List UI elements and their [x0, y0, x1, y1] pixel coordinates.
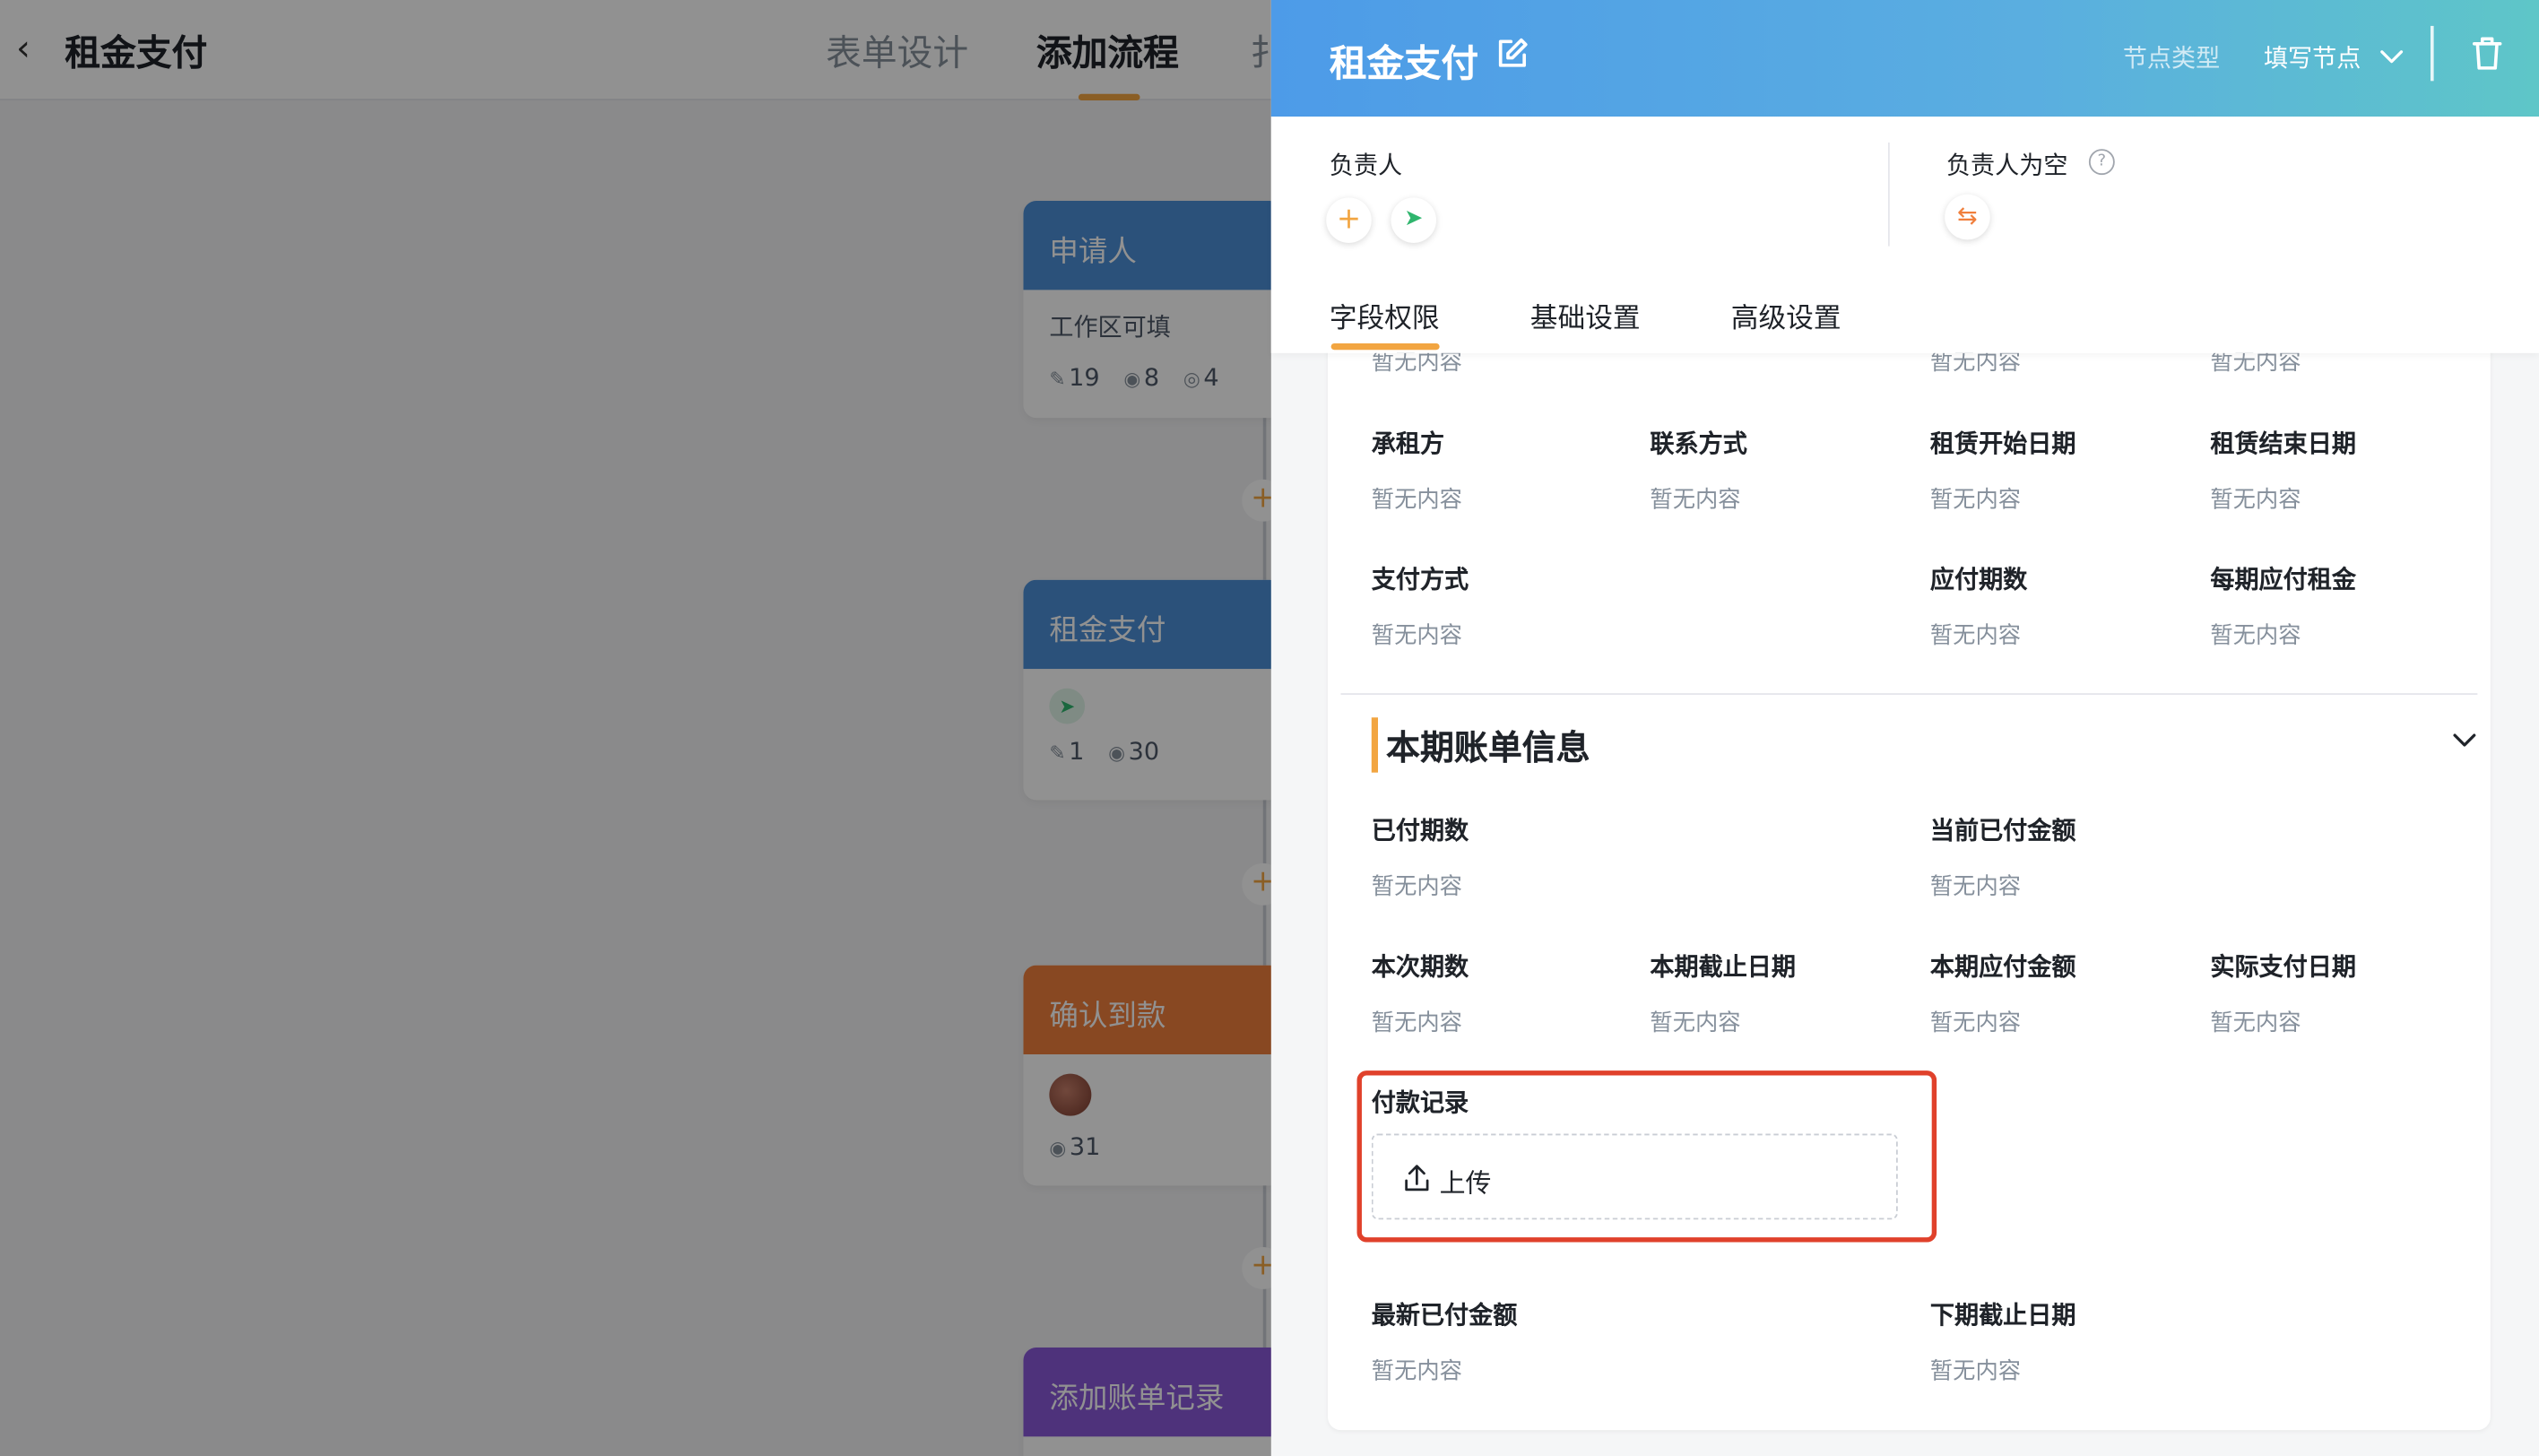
field-current-paid-amount[interactable]: 当前已付金额 暂无内容 — [1930, 813, 2076, 902]
field-value: 暂无内容 — [1929, 874, 2022, 901]
field-next-due-date[interactable]: 下期截止日期 暂无内容 — [1930, 1297, 2076, 1386]
node-settings-drawer: 租金支付 节点类型 填写节点 负责人 + ➤ 负责人为空 ? ⇆ 字段权限 基础… — [1270, 0, 2539, 1456]
upload-icon — [1405, 1165, 1429, 1192]
field-rent-per-period[interactable]: 每期应付租金 暂无内容 — [2210, 562, 2356, 651]
field-label: 本次期数 — [1371, 952, 1469, 982]
field-lease-end[interactable]: 租赁结束日期 暂无内容 — [2210, 426, 2356, 515]
field-label: 已付期数 — [1371, 816, 1469, 845]
field-value: 暂无内容 — [1929, 1010, 2022, 1037]
swap-icon[interactable]: ⇆ — [1945, 194, 1990, 240]
chevron-down-icon[interactable] — [2379, 44, 2405, 70]
field-value: 暂无内容 — [1371, 623, 1462, 650]
field-label: 当前已付金额 — [1929, 816, 2076, 845]
assignee-empty-label: 负责人为空 — [1945, 150, 2068, 180]
field-value: 暂无内容 — [1929, 623, 2022, 650]
section-title: 本期账单信息 — [1386, 728, 1590, 768]
field-value: 暂无内容 — [1371, 1010, 1462, 1037]
edit-icon[interactable] — [1495, 36, 1530, 72]
tab-field-permissions[interactable]: 字段权限 — [1330, 295, 1440, 335]
header-divider — [2430, 25, 2434, 82]
drawer-header: 租金支付 节点类型 填写节点 — [1270, 0, 2539, 117]
field-payable-periods[interactable]: 应付期数 暂无内容 — [1930, 562, 2027, 651]
field-label: 本期应付金额 — [1929, 952, 2076, 982]
assignee-label: 负责人 — [1329, 150, 1403, 180]
drawer-title: 租金支付 — [1329, 43, 1478, 86]
field-latest-paid-amount[interactable]: 最新已付金额 暂无内容 — [1372, 1297, 1518, 1386]
field-lease-start[interactable]: 租赁开始日期 暂无内容 — [1930, 426, 2076, 515]
section-accent-bar — [1371, 717, 1379, 773]
field-payment-record[interactable]: 付款记录 — [1372, 1085, 1469, 1119]
field-label: 付款记录 — [1371, 1088, 1469, 1118]
chevron-down-icon[interactable] — [2450, 725, 2480, 755]
field-permissions-panel: 暂无内容 暂无内容 暂无内容 承租方 暂无内容 联系方式 暂无内容 租赁开始日期… — [1328, 324, 2491, 1431]
field-label: 本期截止日期 — [1650, 952, 1797, 982]
assignee-section: 负责人 + ➤ 负责人为空 ? ⇆ 字段权限 基础设置 高级设置 — [1270, 117, 2539, 353]
field-period-amount-due[interactable]: 本期应付金额 暂无内容 — [1930, 949, 2076, 1038]
upload-label: 上传 — [1439, 1167, 1492, 1199]
field-label: 下期截止日期 — [1929, 1300, 2076, 1330]
field-label: 联系方式 — [1650, 429, 1747, 459]
field-actual-pay-date[interactable]: 实际支付日期 暂无内容 — [2210, 949, 2356, 1038]
node-type-label: 节点类型 — [2122, 43, 2221, 74]
field-label: 每期应付租金 — [2210, 565, 2356, 594]
add-assignee-button[interactable]: + — [1326, 197, 1372, 243]
help-icon[interactable]: ? — [2088, 149, 2115, 176]
field-label: 租赁开始日期 — [1929, 429, 2076, 459]
assignee-divider — [1887, 142, 1890, 247]
field-label: 实际支付日期 — [2210, 952, 2356, 982]
field-contact[interactable]: 联系方式 暂无内容 — [1650, 426, 1746, 515]
field-tenant[interactable]: 承租方 暂无内容 — [1372, 426, 1462, 515]
field-value: 暂无内容 — [2210, 623, 2301, 650]
field-value: 暂无内容 — [1929, 487, 2022, 514]
section-divider — [1340, 693, 2478, 695]
field-value: 暂无内容 — [2210, 487, 2301, 514]
tab-advanced-settings[interactable]: 高级设置 — [1731, 295, 1841, 335]
node-type-select[interactable]: 填写节点 — [2264, 40, 2361, 74]
field-value: 暂无内容 — [1371, 874, 1462, 901]
trash-icon[interactable] — [2471, 36, 2503, 72]
screen: ‹ 租金支付 表单设计 添加流程 扌 + + + 申请人 工作区可填 ✎ 19 ◉… — [0, 0, 2539, 1456]
field-label: 应付期数 — [1929, 565, 2028, 594]
tab-basic-settings[interactable]: 基础设置 — [1530, 295, 1641, 335]
field-label: 租赁结束日期 — [2210, 429, 2356, 459]
field-value: 暂无内容 — [1929, 1358, 2022, 1385]
field-period-due-date[interactable]: 本期截止日期 暂无内容 — [1650, 949, 1796, 1038]
send-icon[interactable]: ➤ — [1391, 197, 1437, 243]
field-label: 支付方式 — [1371, 565, 1469, 594]
field-value: 暂无内容 — [1371, 487, 1462, 514]
field-value: 暂无内容 — [1650, 1010, 1741, 1037]
field-paid-periods[interactable]: 已付期数 暂无内容 — [1372, 813, 1469, 902]
field-value: 暂无内容 — [1650, 487, 1741, 514]
field-value: 暂无内容 — [1371, 1358, 1462, 1385]
active-tab-indicator — [1330, 342, 1440, 351]
field-this-period[interactable]: 本次期数 暂无内容 — [1372, 949, 1469, 1038]
field-value: 暂无内容 — [2210, 1010, 2301, 1037]
field-label: 承租方 — [1371, 429, 1445, 459]
field-payment-method[interactable]: 支付方式 暂无内容 — [1372, 562, 1469, 651]
upload-button[interactable]: 上传 — [1371, 1133, 1898, 1220]
field-label: 最新已付金额 — [1371, 1300, 1518, 1330]
